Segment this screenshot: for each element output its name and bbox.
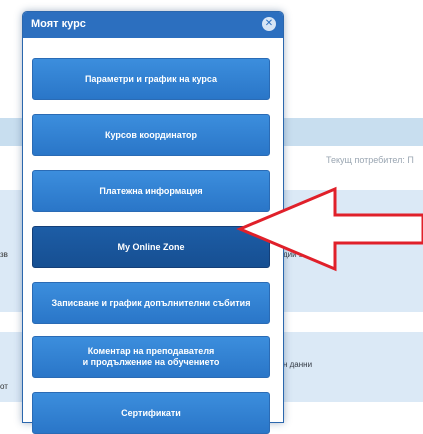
red-arrow-icon (236, 186, 423, 272)
current-user-label: Текущ потребител: П (326, 155, 414, 165)
modal-header: Моят курс ✕ (23, 12, 283, 38)
panel-edge-text: от (0, 382, 8, 391)
close-icon[interactable]: ✕ (262, 17, 276, 31)
panel-edge-text: зв (0, 250, 8, 259)
teacher-comment-button[interactable]: Коментар на преподавателя и продължение … (32, 336, 270, 378)
extra-events-button[interactable]: Записване и график допълнителни събития (32, 282, 270, 324)
course-coordinator-button[interactable]: Курсов координатор (32, 114, 270, 156)
panel-text: н данни (283, 360, 313, 369)
course-parameters-button[interactable]: Параметри и график на курса (32, 58, 270, 100)
modal-title: Моят курс (31, 18, 86, 30)
certificates-button[interactable]: Сертификати (32, 392, 270, 434)
